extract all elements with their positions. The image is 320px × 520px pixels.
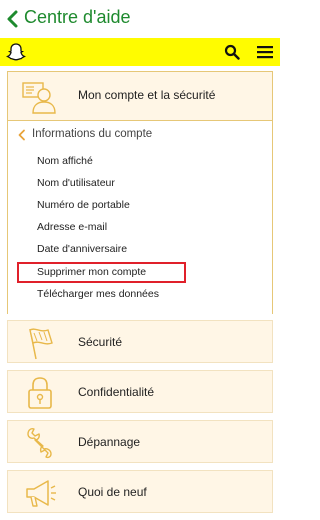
account-item-download-data[interactable]: Télécharger mes données [37, 288, 159, 300]
snapchat-ghost-icon[interactable] [6, 42, 26, 62]
account-info-title[interactable]: Informations du compte [32, 128, 152, 140]
lock-icon [28, 377, 52, 409]
section-account: Mon compte et la sécurité Informations d… [7, 71, 273, 314]
search-icon[interactable] [224, 44, 240, 60]
page-title: Centre d'aide [24, 7, 131, 27]
section-troubleshooting[interactable]: Dépannage [7, 420, 273, 463]
section-whats-new-label: Quoi de neuf [78, 485, 147, 499]
hamburger-menu-icon[interactable] [257, 45, 273, 59]
account-info-panel: Informations du compte Nom affiché Nom d… [8, 120, 272, 314]
section-security-label: Sécurité [78, 335, 123, 349]
megaphone-icon [26, 480, 56, 507]
section-account-label: Mon compte et la sécurité [78, 88, 216, 102]
account-item-email[interactable]: Adresse e-mail [37, 221, 107, 233]
wrench-icon [27, 428, 52, 459]
account-item-delete-account[interactable]: Supprimer mon compte [37, 266, 146, 278]
section-security[interactable]: Sécurité [7, 320, 273, 363]
top-bar: Centre d'aide [0, 0, 280, 38]
section-privacy-label: Confidentialité [78, 385, 155, 399]
chevron-left-icon[interactable] [17, 129, 27, 141]
section-troubleshooting-label: Dépannage [78, 435, 141, 449]
account-item-display-name[interactable]: Nom affiché [37, 155, 93, 167]
section-whats-new[interactable]: Quoi de neuf [7, 470, 273, 513]
account-item-username[interactable]: Nom d'utilisateur [37, 177, 115, 189]
chevron-left-icon[interactable] [6, 9, 20, 29]
section-privacy[interactable]: Confidentialité [7, 370, 273, 413]
section-account-header[interactable]: Mon compte et la sécurité [8, 72, 272, 120]
account-item-phone[interactable]: Numéro de portable [37, 199, 130, 211]
brand-bar [0, 38, 280, 66]
flag-icon [29, 328, 53, 360]
account-id-icon [22, 82, 56, 114]
account-item-birthday[interactable]: Date d'anniversaire [37, 243, 127, 255]
